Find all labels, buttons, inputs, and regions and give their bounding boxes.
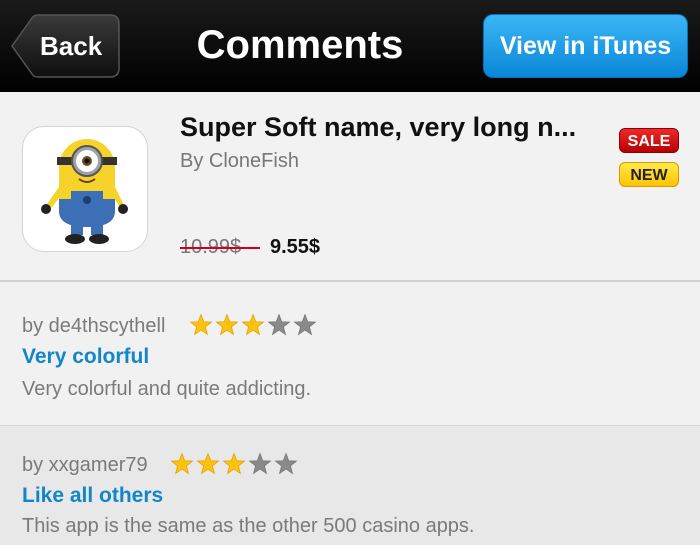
app-title: Super Soft name, very long n...: [180, 112, 577, 142]
review-body: Very colorful and quite addicting.: [22, 378, 312, 400]
star-empty-icon: [274, 453, 298, 475]
stars-svg: [190, 314, 317, 336]
stars-svg: [171, 453, 298, 475]
review-title: Like all others: [22, 484, 164, 507]
minion-app-icon[interactable]: [22, 126, 148, 252]
star-filled-icon: [222, 453, 246, 475]
review-item: by xxgamer79 Like all others This app is…: [0, 426, 700, 545]
star-filled-icon: [241, 314, 265, 336]
sale-badge: SALE: [619, 128, 679, 153]
star-filled-icon: [190, 314, 213, 336]
app-developer: By CloneFish: [180, 150, 299, 172]
rating-stars: [190, 314, 320, 336]
star-empty-icon: [293, 314, 317, 336]
page-title: Comments: [196, 23, 404, 67]
rating-stars: [171, 453, 301, 475]
new-price: 9.55$: [270, 236, 321, 258]
review-author: by de4thscythell: [22, 315, 166, 337]
back-button-label: Back: [40, 31, 103, 61]
new-badge: NEW: [619, 162, 679, 187]
review-body: This app is the same as the other 500 ca…: [22, 515, 475, 537]
review-item: by de4thscythell Very colorful Very colo…: [0, 282, 700, 426]
star-empty-icon: [248, 453, 272, 475]
app-header: Super Soft name, very long n... By Clone…: [0, 92, 700, 282]
minion-icon: [41, 139, 128, 244]
nav-bar: Back Comments View in iTunes: [0, 0, 700, 92]
view-in-itunes-button[interactable]: View in iTunes: [483, 14, 688, 78]
star-filled-icon: [215, 314, 239, 336]
price-strikethrough: [180, 247, 260, 249]
review-title: Very colorful: [22, 345, 150, 368]
star-filled-icon: [171, 453, 194, 475]
back-button[interactable]: Back: [10, 14, 120, 78]
review-author: by xxgamer79: [22, 454, 148, 476]
star-empty-icon: [267, 314, 291, 336]
star-filled-icon: [196, 453, 220, 475]
